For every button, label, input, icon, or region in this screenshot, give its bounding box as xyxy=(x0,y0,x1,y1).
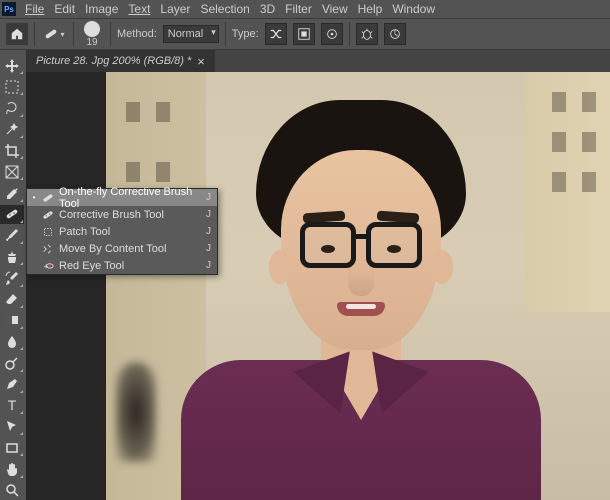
flyout-content-move[interactable]: Move By Content Tool J xyxy=(27,240,217,257)
flyout-spot-healing[interactable]: • On-the-fly Corrective Brush Tool J xyxy=(27,189,217,206)
divider xyxy=(349,22,350,46)
flyout-shortcut: J xyxy=(206,260,211,271)
divider xyxy=(225,22,226,46)
blur-tool[interactable] xyxy=(0,332,24,351)
app-icon: Ps xyxy=(2,2,16,16)
options-bar: ▾ 19 Method: Normal Type: xyxy=(0,18,610,50)
marquee-tool[interactable] xyxy=(0,77,24,96)
tab-label: Picture 28. Jpg 200% (RGB/8) * xyxy=(36,55,191,67)
document-tab[interactable]: Picture 28. Jpg 200% (RGB/8) * × xyxy=(26,50,215,72)
menu-image[interactable]: Image xyxy=(80,0,123,18)
flyout-label: On-the-fly Corrective Brush Tool xyxy=(59,186,202,210)
tab-close-button[interactable]: × xyxy=(197,54,205,69)
method-select[interactable]: Normal xyxy=(163,25,219,43)
flyout-shortcut: J xyxy=(206,226,211,237)
sample-all-layers[interactable] xyxy=(321,23,343,45)
eyedropper-tool[interactable] xyxy=(0,183,24,202)
brush-size-value: 19 xyxy=(86,37,97,48)
gradient-tool[interactable] xyxy=(0,311,24,330)
canvas[interactable] xyxy=(26,72,610,500)
healing-tool-flyout: • On-the-fly Corrective Brush Tool J Cor… xyxy=(26,188,218,275)
toolbar: T xyxy=(0,50,26,500)
type-label: Type: xyxy=(232,28,259,40)
history-brush-tool[interactable] xyxy=(0,268,24,287)
menubar: Ps File Edit Image Text Layer Selection … xyxy=(0,0,610,18)
flyout-red-eye[interactable]: + Red Eye Tool J xyxy=(27,257,217,274)
brush-preview-icon xyxy=(84,21,100,37)
healing-brush-tool[interactable] xyxy=(0,205,24,224)
path-select-tool[interactable] xyxy=(0,417,24,436)
eraser-tool[interactable] xyxy=(0,290,24,309)
dodge-tool[interactable] xyxy=(0,353,24,372)
type-option-2[interactable] xyxy=(293,23,315,45)
divider xyxy=(34,22,35,46)
divider xyxy=(110,22,111,46)
menu-file[interactable]: File xyxy=(20,0,49,18)
hand-tool[interactable] xyxy=(0,459,24,478)
flyout-label: Red Eye Tool xyxy=(59,260,202,272)
method-label: Method: xyxy=(117,28,157,40)
bandage-spot-icon xyxy=(41,192,55,204)
lasso-tool[interactable] xyxy=(0,98,24,117)
menu-help[interactable]: Help xyxy=(353,0,388,18)
photo-content xyxy=(106,72,610,500)
frame-tool[interactable] xyxy=(0,162,24,181)
bandage-icon xyxy=(41,209,55,221)
type-tool[interactable]: T xyxy=(0,396,24,415)
menu-text[interactable]: Text xyxy=(123,0,155,18)
target-icon xyxy=(325,27,339,41)
flyout-shortcut: J xyxy=(206,243,211,254)
move-tool[interactable] xyxy=(0,56,24,75)
menu-window[interactable]: Window xyxy=(387,0,440,18)
pressure-icon xyxy=(388,27,402,41)
menu-selection[interactable]: Selection xyxy=(195,0,254,18)
red-eye-icon: + xyxy=(41,260,55,272)
canvas-area: Picture 28. Jpg 200% (RGB/8) * × xyxy=(26,50,610,500)
menu-filter[interactable]: Filter xyxy=(280,0,317,18)
flyout-healing-brush[interactable]: Corrective Brush Tool J xyxy=(27,206,217,223)
move-content-icon xyxy=(41,243,55,255)
bug-icon xyxy=(360,27,374,41)
pressure-toggle[interactable] xyxy=(384,23,406,45)
menu-view[interactable]: View xyxy=(317,0,353,18)
brush-size-picker[interactable]: 19 xyxy=(80,21,104,48)
active-tool-indicator[interactable]: ▾ xyxy=(41,23,67,45)
magic-wand-tool[interactable] xyxy=(0,120,24,139)
flyout-patch[interactable]: Patch Tool J xyxy=(27,223,217,240)
divider xyxy=(73,22,74,46)
zoom-tool[interactable] xyxy=(0,481,24,500)
flyout-label: Patch Tool xyxy=(59,226,202,238)
patch-icon xyxy=(41,226,55,238)
pen-tool[interactable] xyxy=(0,375,24,394)
type-option-1[interactable] xyxy=(265,23,287,45)
rectangle-tool[interactable] xyxy=(0,438,24,457)
flyout-label: Corrective Brush Tool xyxy=(59,209,202,221)
crop-tool[interactable] xyxy=(0,141,24,160)
texture-icon xyxy=(297,27,311,41)
menu-edit[interactable]: Edit xyxy=(49,0,80,18)
menu-3d[interactable]: 3D xyxy=(255,0,280,18)
flyout-shortcut: J xyxy=(206,209,211,220)
shuffle-icon xyxy=(269,27,283,41)
flyout-shortcut: J xyxy=(206,192,211,203)
document-tabbar: Picture 28. Jpg 200% (RGB/8) * × xyxy=(26,50,610,72)
home-icon xyxy=(10,27,24,41)
selected-dot-icon: • xyxy=(31,193,37,202)
clone-stamp-tool[interactable] xyxy=(0,247,24,266)
brush-tool[interactable] xyxy=(0,226,24,245)
bandage-icon xyxy=(43,26,59,42)
home-button[interactable] xyxy=(6,23,28,45)
option-extra-1[interactable] xyxy=(356,23,378,45)
flyout-label: Move By Content Tool xyxy=(59,243,202,255)
menu-layer[interactable]: Layer xyxy=(155,0,195,18)
svg-text:T: T xyxy=(8,397,17,413)
